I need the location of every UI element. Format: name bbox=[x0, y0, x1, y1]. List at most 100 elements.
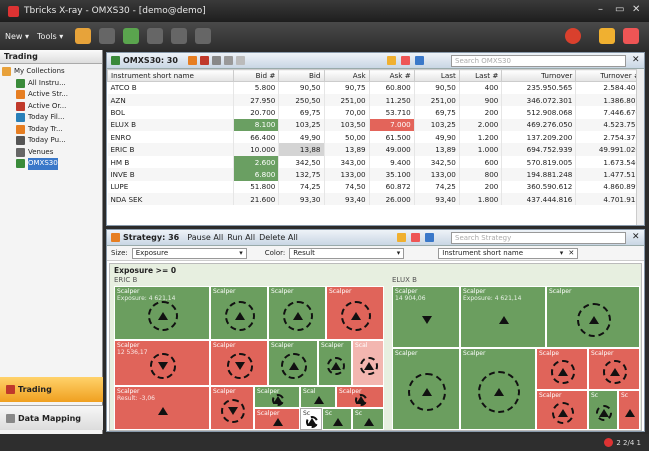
strategy-search-input[interactable]: Search Strategy bbox=[451, 232, 626, 244]
strategy-icon[interactable] bbox=[187, 56, 197, 65]
refresh-icon[interactable] bbox=[195, 28, 212, 44]
tools-menu-button[interactable]: Tools ▾ bbox=[37, 32, 63, 41]
run-all-button[interactable]: Run All bbox=[227, 233, 255, 242]
user-icon[interactable] bbox=[599, 28, 615, 44]
treemap-tile[interactable]: Scal bbox=[352, 340, 384, 386]
treemap-tile[interactable]: Scalper bbox=[536, 390, 588, 430]
arrow-up-icon bbox=[599, 409, 609, 417]
back-arrow-icon[interactable] bbox=[123, 28, 140, 44]
table-row[interactable]: ELUX B 8.100 103,25 103,50 7.000 103,25 2.000 4… bbox=[107, 118, 644, 132]
alert-icon[interactable] bbox=[565, 28, 581, 44]
treemap-tile[interactable]: Scalper 14 904,06 bbox=[392, 286, 460, 348]
table-cell: 103,25 bbox=[278, 118, 325, 132]
treemap-tile[interactable]: Scalper bbox=[268, 286, 326, 340]
tree-item-all-instruments[interactable]: All Instru... bbox=[2, 78, 100, 90]
column-header[interactable]: Bid bbox=[278, 69, 325, 82]
tree-item-my-collections[interactable]: My Collections bbox=[2, 66, 100, 78]
close-icon[interactable]: ✕ bbox=[632, 4, 640, 15]
treemap-tile[interactable]: Scalper Exposure: 4 621,14 bbox=[460, 286, 546, 348]
clear-icon[interactable]: ✕ bbox=[568, 249, 574, 258]
column-header[interactable]: Turnover bbox=[501, 69, 577, 82]
tree-item-venues[interactable]: Venues bbox=[2, 147, 100, 159]
column-header[interactable]: Bid # bbox=[233, 69, 280, 82]
view-icon[interactable] bbox=[397, 233, 406, 242]
table-row[interactable]: NDA SEK 21.600 93,30 93,40 26.000 93,40 1.800 4… bbox=[107, 193, 644, 206]
table-row[interactable]: ATCO B 5.800 90,50 90,75 60.800 90,50 400 235.9… bbox=[107, 81, 644, 94]
minimize-icon[interactable]: – bbox=[598, 4, 603, 15]
forward-arrow-icon[interactable] bbox=[147, 28, 164, 44]
column-header[interactable]: Last bbox=[413, 69, 460, 82]
redo-icon[interactable] bbox=[99, 28, 116, 44]
view-icon[interactable] bbox=[387, 56, 396, 65]
treemap-tile[interactable]: Sc bbox=[618, 390, 640, 430]
treemap-tile[interactable]: Scalper bbox=[210, 386, 254, 430]
column-header[interactable]: Ask bbox=[323, 69, 370, 82]
chart-icon[interactable] bbox=[211, 56, 221, 65]
table-row[interactable]: BOL 20.700 69,75 70,00 53.710 69,75 200 512.908… bbox=[107, 106, 644, 119]
column-header[interactable]: Last # bbox=[458, 69, 503, 82]
column-header[interactable]: Instrument short name bbox=[106, 69, 235, 82]
tree-item-today-fills[interactable]: Today Fil... bbox=[2, 112, 100, 124]
export-icon[interactable] bbox=[401, 56, 410, 65]
tree-item-omxs30[interactable]: OMXS30 bbox=[2, 158, 100, 170]
size-select[interactable]: Exposure ▾ bbox=[131, 247, 247, 259]
treemap-tile[interactable]: Sc bbox=[300, 408, 322, 430]
nav-data-mapping-button[interactable]: Data Mapping bbox=[0, 405, 103, 430]
tree-item-active-orders[interactable]: Active Or... bbox=[2, 101, 100, 113]
treemap-tile[interactable]: Scalper bbox=[588, 348, 640, 390]
delete-all-button[interactable]: Delete All bbox=[259, 233, 298, 242]
filter-icon[interactable] bbox=[415, 56, 424, 65]
table-cell: 103,25 bbox=[414, 118, 460, 132]
undo-icon[interactable] bbox=[75, 28, 92, 44]
table-row[interactable]: LUPE 51.800 74,25 74,50 60.872 74,25 200 360.59… bbox=[107, 180, 644, 194]
filter-icon[interactable] bbox=[425, 233, 434, 242]
order-icon[interactable] bbox=[199, 56, 209, 65]
treemap-tile[interactable]: Scalper bbox=[460, 348, 536, 430]
treemap-tile[interactable]: Scalper bbox=[326, 286, 384, 340]
group-select[interactable]: Instrument short name ▾ ✕ bbox=[438, 247, 579, 259]
table-row[interactable]: HM B 2.600 342,50 343,00 9.400 342,50 600 570.8… bbox=[107, 155, 644, 169]
nav-trading-button[interactable]: Trading bbox=[0, 377, 103, 402]
tree-item-active-strategies[interactable]: Active Str... bbox=[2, 89, 100, 101]
table-cell: 90,50 bbox=[414, 81, 460, 94]
treemap-tile[interactable]: Scalper bbox=[254, 386, 300, 408]
settings-icon[interactable] bbox=[235, 56, 245, 65]
treemap-tile[interactable]: Scalper bbox=[210, 286, 268, 340]
arrow-up-icon bbox=[364, 418, 374, 426]
treemap-tile[interactable]: Sc bbox=[352, 408, 384, 430]
tree-item-today-trades[interactable]: Today Tr... bbox=[2, 124, 100, 136]
treemap-tile[interactable]: Scalper Exposure: 4 621,14 bbox=[114, 286, 210, 340]
color-select[interactable]: Result ▾ bbox=[289, 247, 405, 259]
treemap-tile[interactable]: Scalper bbox=[210, 340, 268, 386]
table-row[interactable]: INVE B 6.800 132,75 133,00 35.100 133,00 800 19… bbox=[107, 168, 644, 181]
treemap-tile[interactable]: Scalper bbox=[268, 340, 318, 386]
treemap-tile[interactable]: Scalper 12 536,17 bbox=[114, 340, 210, 386]
new-menu-button[interactable]: New ▾ bbox=[5, 32, 29, 41]
layout-icon[interactable] bbox=[623, 28, 639, 44]
column-header[interactable]: Turnover # bbox=[575, 69, 644, 82]
export-icon[interactable] bbox=[411, 233, 420, 242]
table-row[interactable]: ENRO 66.400 49,90 50,00 61.500 49,90 1.200 137.… bbox=[107, 131, 644, 144]
close-panel-icon[interactable]: ✕ bbox=[632, 232, 640, 242]
treemap-tile[interactable]: Sc bbox=[588, 390, 618, 430]
treemap-tile[interactable]: Scalper bbox=[254, 408, 300, 430]
instrument-search-input[interactable]: Search OMXS30 bbox=[451, 55, 626, 67]
table-row[interactable]: ERIC B 10.000 13,88 13,89 49.000 13,89 1.000 69… bbox=[107, 143, 644, 156]
maximize-icon[interactable]: ▭ bbox=[615, 4, 624, 15]
pause-all-button[interactable]: Pause All bbox=[187, 233, 223, 242]
table-scrollbar[interactable] bbox=[636, 69, 644, 225]
treemap-tile[interactable]: Scalper bbox=[336, 386, 384, 408]
treemap-tile[interactable]: Sc bbox=[322, 408, 352, 430]
column-header[interactable]: Ask # bbox=[368, 69, 415, 82]
table-icon[interactable] bbox=[223, 56, 233, 65]
treemap-tile[interactable]: Scalper bbox=[546, 286, 640, 348]
stop-icon[interactable] bbox=[171, 28, 188, 44]
tree-item-today-public[interactable]: Today Pu... bbox=[2, 135, 100, 147]
treemap-tile[interactable]: Scalper Result: -3,06 bbox=[114, 386, 210, 430]
treemap-tile[interactable]: Scalper bbox=[392, 348, 460, 430]
treemap-tile[interactable]: Scalpe bbox=[536, 348, 588, 390]
table-row[interactable]: AZN 27.950 250,50 251,00 11.250 251,00 900 346.… bbox=[107, 93, 644, 107]
close-panel-icon[interactable]: ✕ bbox=[632, 55, 640, 65]
treemap-tile[interactable]: Scalper bbox=[318, 340, 352, 386]
treemap-tile[interactable]: Scal bbox=[300, 386, 336, 408]
